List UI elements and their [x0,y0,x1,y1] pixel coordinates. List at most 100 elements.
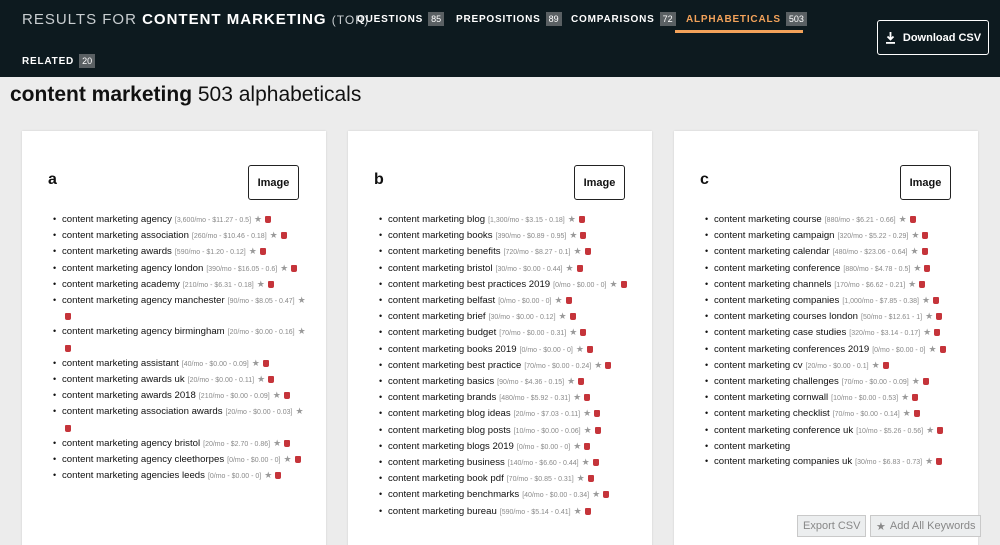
cup-icon[interactable] [909,216,916,223]
star-icon[interactable]: ★ [298,326,306,336]
keyword-link[interactable]: content marketing awards [62,246,172,257]
keyword-link[interactable]: content marketing best practice [388,360,521,371]
keyword-link[interactable]: content marketing academy [62,279,180,290]
star-icon[interactable]: ★ [903,408,911,418]
keyword-link[interactable]: content marketing belfast [388,295,495,306]
star-icon[interactable]: ★ [565,263,573,273]
star-icon[interactable]: ★ [569,327,577,337]
keyword-link[interactable]: content marketing books 2019 [388,344,517,355]
tab-alphabeticals[interactable]: ALPHABETICALS 503 [686,8,807,30]
cup-icon[interactable] [937,426,944,434]
star-icon[interactable]: ★ [899,214,907,224]
keyword-link[interactable]: content marketing courses london [714,311,858,322]
star-icon[interactable]: ★ [273,390,281,400]
keyword-link[interactable]: content marketing agency manchester [62,295,225,306]
cup-icon[interactable] [936,458,943,466]
keyword-link[interactable]: content marketing case studies [714,327,846,338]
star-icon[interactable]: ★ [925,311,933,321]
tab-related[interactable]: RELATED 20 [22,50,96,72]
star-icon[interactable]: ★ [872,360,880,370]
keyword-link[interactable]: content marketing agencies leeds [62,470,205,481]
keyword-link[interactable]: content marketing basics [388,376,494,387]
star-icon[interactable]: ★ [573,246,581,256]
cup-icon[interactable] [584,442,591,450]
cup-icon[interactable] [921,248,928,256]
keyword-link[interactable]: content marketing agency birmingham [62,326,225,337]
tab-comparisons[interactable]: COMPARISONS 72 [571,8,676,30]
cup-icon[interactable] [291,264,298,272]
keyword-link[interactable]: content marketing checklist [714,408,830,419]
star-icon[interactable]: ★ [922,295,930,305]
keyword-link[interactable]: content marketing conference uk [714,425,853,436]
cup-icon[interactable] [580,232,587,240]
keyword-link[interactable]: content marketing budget [388,327,496,338]
keyword-link[interactable]: content marketing channels [714,279,831,290]
keyword-link[interactable]: content marketing challenges [714,376,839,387]
cup-icon[interactable] [65,313,71,321]
keyword-link[interactable]: content marketing blog ideas [388,408,511,419]
star-icon[interactable]: ★ [929,344,937,354]
keyword-link[interactable]: content marketing conferences 2019 [714,344,869,355]
star-icon[interactable]: ★ [254,214,262,224]
star-icon[interactable]: ★ [584,425,592,435]
keyword-link[interactable]: content marketing blog [388,214,485,225]
star-icon[interactable]: ★ [573,392,581,402]
image-button[interactable]: Image [248,165,299,200]
cup-icon[interactable] [584,248,591,256]
cup-icon[interactable] [934,329,941,337]
star-icon[interactable]: ★ [257,374,265,384]
keyword-link[interactable]: content marketing association awards [62,406,223,417]
keyword-link[interactable]: content marketing [714,441,790,452]
keyword-link[interactable]: content marketing benefits [388,246,501,257]
star-icon[interactable]: ★ [923,327,931,337]
star-icon[interactable]: ★ [913,263,921,273]
keyword-link[interactable]: content marketing assistant [62,358,179,369]
star-icon[interactable]: ★ [926,425,934,435]
cup-icon[interactable] [268,376,275,384]
cup-icon[interactable] [922,378,929,386]
keyword-link[interactable]: content marketing books [388,230,493,241]
cup-icon[interactable] [267,280,274,288]
keyword-link[interactable]: content marketing course [714,214,822,225]
cup-icon[interactable] [584,507,591,515]
cup-icon[interactable] [594,426,601,434]
cup-icon[interactable] [882,361,889,369]
keyword-link[interactable]: content marketing best practices 2019 [388,279,550,290]
download-csv-button[interactable]: Download CSV [877,20,989,55]
keyword-link[interactable]: content marketing benchmarks [388,489,519,500]
star-icon[interactable]: ★ [910,246,918,256]
cup-icon[interactable] [586,345,593,353]
image-button[interactable]: Image [574,165,625,200]
cup-icon[interactable] [265,216,272,223]
star-icon[interactable]: ★ [911,230,919,240]
cup-icon[interactable] [584,394,591,402]
star-icon[interactable]: ★ [583,408,591,418]
keyword-link[interactable]: content marketing agency bristol [62,438,200,449]
keyword-link[interactable]: content marketing agency [62,214,172,225]
keyword-link[interactable]: content marketing business [388,457,505,468]
star-icon[interactable]: ★ [574,506,582,516]
star-icon[interactable]: ★ [576,344,584,354]
cup-icon[interactable] [620,280,627,288]
keyword-link[interactable]: content marketing cv [714,360,803,371]
keyword-link[interactable]: content marketing blogs 2019 [388,441,514,452]
keyword-link[interactable]: content marketing conference [714,263,840,274]
cup-icon[interactable] [924,264,931,272]
cup-icon[interactable] [284,439,291,447]
star-icon[interactable]: ★ [908,279,916,289]
keyword-link[interactable]: content marketing bristol [388,263,493,274]
tab-prepositions[interactable]: PREPOSITIONS 89 [456,8,562,30]
star-icon[interactable]: ★ [295,406,303,416]
keyword-link[interactable]: content marketing brief [388,311,486,322]
cup-icon[interactable] [594,410,601,418]
cup-icon[interactable] [912,394,919,402]
image-button[interactable]: Image [900,165,951,200]
star-icon[interactable]: ★ [925,456,933,466]
keyword-link[interactable]: content marketing companies uk [714,456,852,467]
tab-questions[interactable]: QUESTIONS 85 [357,8,445,30]
keyword-link[interactable]: content marketing agency cleethorpes [62,454,224,465]
star-icon[interactable]: ★ [573,441,581,451]
keyword-link[interactable]: content marketing blog posts [388,425,511,436]
star-icon[interactable]: ★ [567,376,575,386]
star-icon[interactable]: ★ [270,230,278,240]
